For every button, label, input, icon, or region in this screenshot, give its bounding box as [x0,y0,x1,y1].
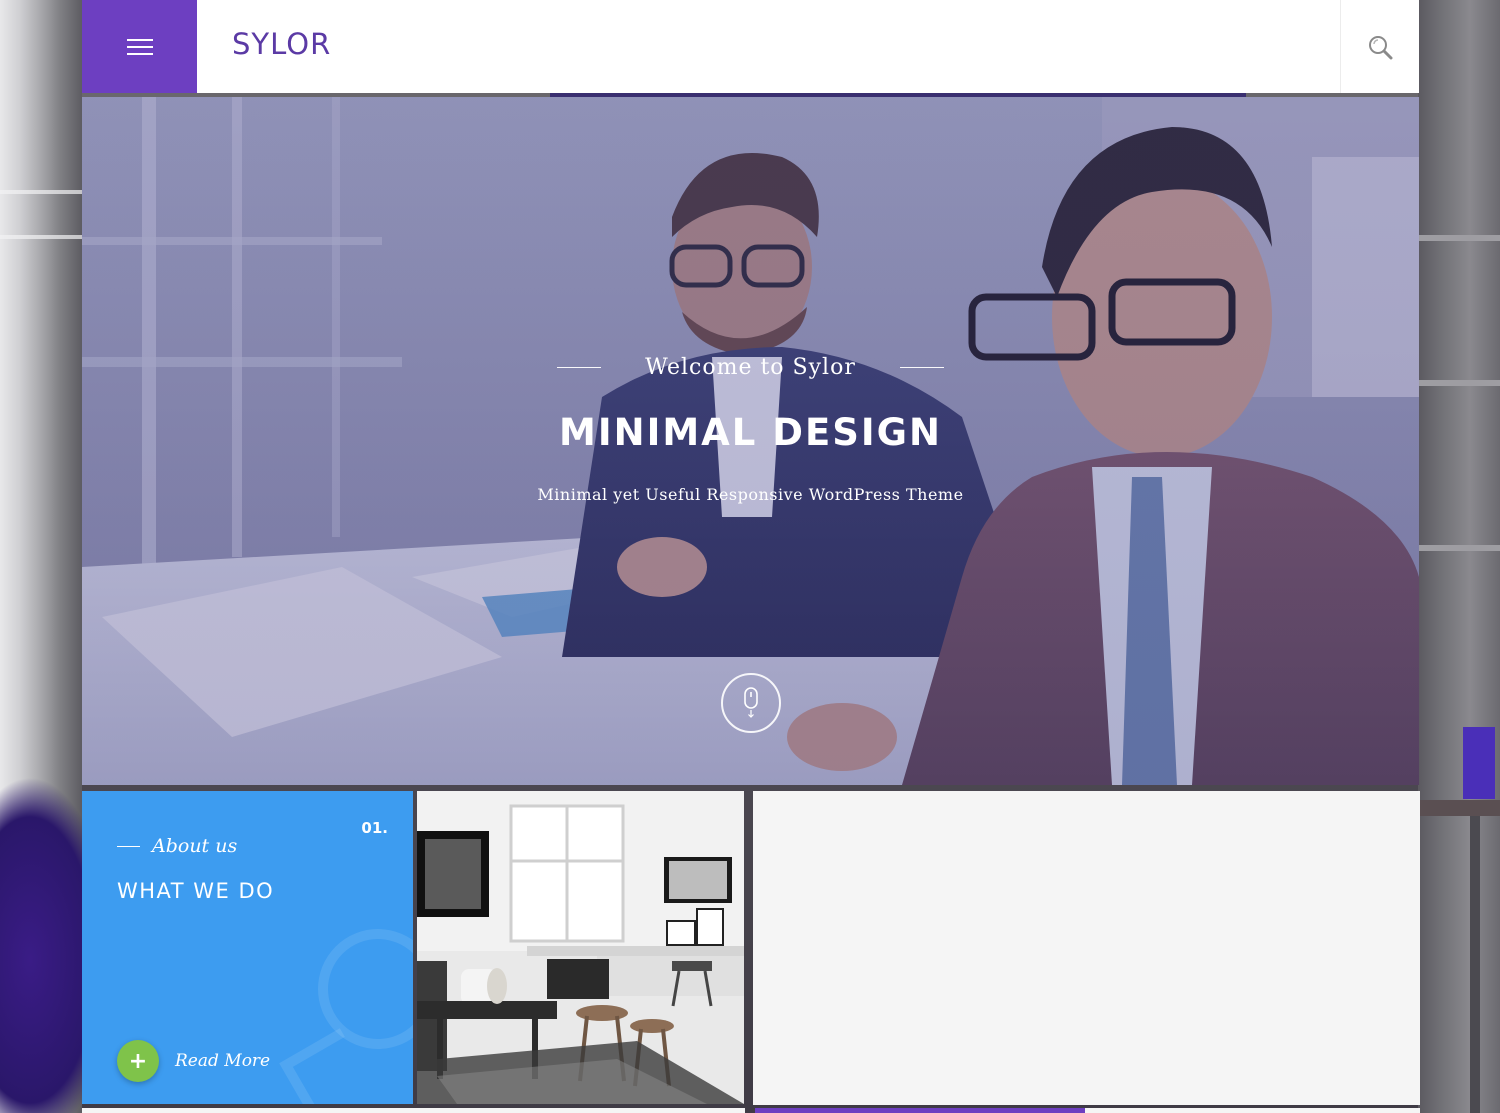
empty-content-panel [753,791,1420,1105]
interior-image-card [417,791,744,1104]
hero-welcome-text: Welcome to Sylor [645,354,856,380]
about-card: 01. About us WHAT WE DO + Read More [82,791,413,1104]
background-window-frame [0,190,82,194]
background-shelf [1418,235,1500,241]
hero-divider-left [557,366,602,368]
card-eyebrow-line [117,845,140,847]
background-shelf [1418,380,1500,386]
site-logo[interactable]: SYLOR [232,24,331,64]
card-eyebrow-row: About us [117,835,237,857]
background-desk-leg [1470,816,1480,1113]
search-button[interactable] [1340,0,1419,93]
plus-icon: + [117,1040,159,1082]
bottom-strip [82,1108,745,1113]
hero-subtitle: Minimal yet Useful Responsive WordPress … [537,485,964,504]
hero-section: Welcome to Sylor MINIMAL DESIGN Minimal … [82,97,1419,785]
read-more-label: Read More [175,1051,271,1071]
card-title: WHAT WE DO [117,879,275,903]
card-eyebrow: About us [152,835,238,857]
hero-divider-right [899,366,944,368]
menu-button[interactable] [82,0,197,93]
background-pen-cup [1463,727,1495,799]
site-header: SYLOR [82,0,1419,93]
hero-title: MINIMAL DESIGN [559,411,942,454]
bottom-strip-accent [755,1108,1085,1113]
background-desk [1418,800,1500,816]
hero-welcome-row: Welcome to Sylor [82,352,1419,382]
read-more-button[interactable]: + Read More [117,1040,270,1082]
card-number: 01. [361,819,388,837]
background-shelf [1418,545,1500,551]
interior-photo [417,791,744,1104]
hamburger-icon [126,38,153,56]
scroll-down-button[interactable] [721,673,781,733]
site-frame: SYLOR Welcome to Sylor MINIMAL DESIGN Mi… [82,0,1420,1113]
search-icon [1369,35,1393,59]
bottom-strip [1085,1108,1420,1113]
background-window-frame [0,235,82,239]
mouse-scroll-icon [744,687,758,718]
